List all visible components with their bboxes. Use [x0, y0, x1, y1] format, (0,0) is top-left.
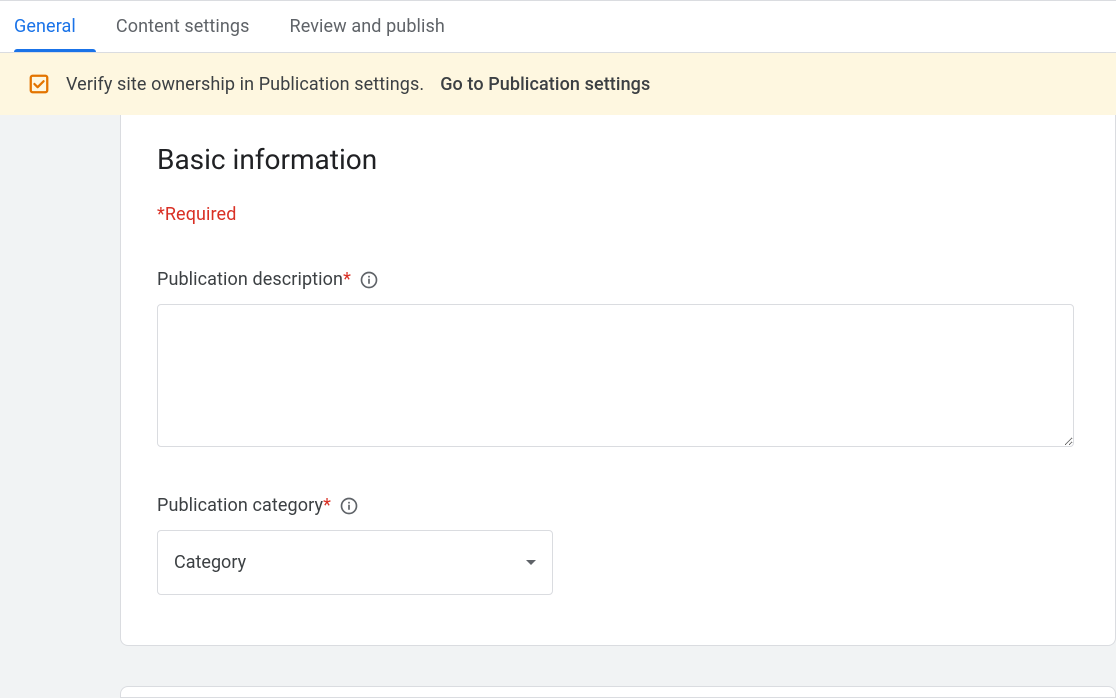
- tab-label: Review and publish: [290, 16, 445, 37]
- required-note: *Required: [157, 204, 1079, 225]
- required-asterisk: *: [323, 495, 331, 516]
- publication-description-input[interactable]: [157, 304, 1074, 447]
- tabs-bar: General Content settings Review and publ…: [0, 0, 1116, 53]
- publication-category-select[interactable]: Category: [157, 530, 553, 595]
- chevron-down-icon: [526, 560, 536, 565]
- field-label: Publication description*: [157, 269, 351, 290]
- info-icon[interactable]: [359, 270, 379, 290]
- label-text: Publication category: [157, 495, 323, 516]
- tab-label: Content settings: [116, 16, 250, 37]
- info-icon[interactable]: [339, 496, 359, 516]
- field-label-row: Publication category*: [157, 495, 1079, 516]
- verify-checkbox-icon: [28, 73, 50, 95]
- notification-banner: Verify site ownership in Publication set…: [0, 53, 1116, 115]
- tab-content-settings[interactable]: Content settings: [96, 1, 270, 52]
- tab-review-and-publish[interactable]: Review and publish: [270, 1, 465, 52]
- go-to-publication-settings-link[interactable]: Go to Publication settings: [440, 74, 650, 95]
- label-text: Publication description: [157, 269, 343, 290]
- banner-text: Verify site ownership in Publication set…: [66, 74, 424, 95]
- field-publication-category: Publication category* Category: [157, 495, 1079, 595]
- next-card: [120, 686, 1116, 698]
- required-asterisk: *: [343, 269, 351, 290]
- field-label-row: Publication description*: [157, 269, 1079, 290]
- tab-label: General: [14, 16, 76, 37]
- basic-information-card: Basic information *Required Publication …: [120, 115, 1116, 646]
- field-label: Publication category*: [157, 495, 331, 516]
- field-publication-description: Publication description*: [157, 269, 1079, 451]
- page-body: Basic information *Required Publication …: [0, 115, 1116, 698]
- section-title: Basic information: [157, 143, 1079, 176]
- tab-general[interactable]: General: [14, 1, 96, 52]
- select-placeholder: Category: [174, 552, 246, 573]
